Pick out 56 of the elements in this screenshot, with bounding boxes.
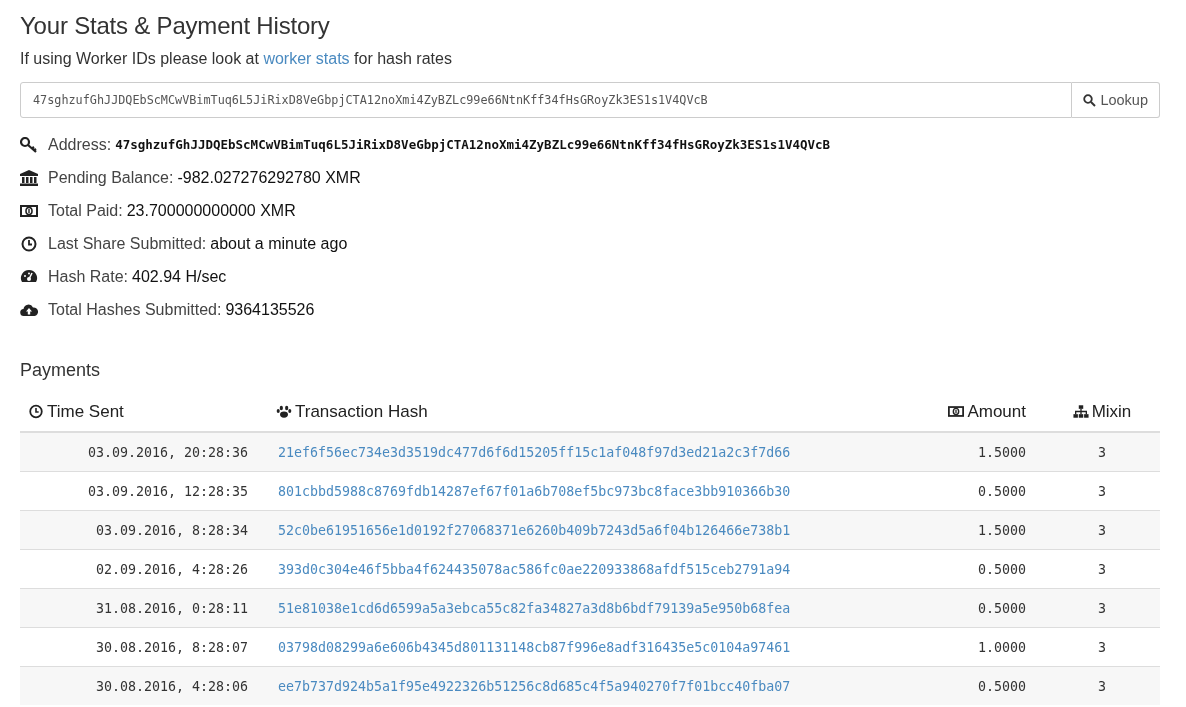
transaction-hash-link[interactable]: 801cbbd5988c8769fdb14287ef67f01a6b708ef5bc973bc8face3bb910366b30	[278, 483, 791, 499]
stat-label: Last Share Submitted:	[48, 234, 207, 253]
worker-stats-link[interactable]: worker stats	[263, 50, 350, 67]
transaction-hash-link[interactable]: 393d0c304e46f5bba4f624435078ac586fc0ae220933868afdf515ceb2791a94	[278, 561, 791, 577]
table-cell: 02.09.2016, 4:28:26	[20, 549, 270, 589]
table-cell: 30.08.2016, 4:28:06	[20, 666, 270, 705]
page-title: Your Stats & Payment History	[20, 12, 331, 40]
table-cell: 03.09.2016, 12:28:35	[20, 471, 270, 511]
table-cell: 0.5000	[908, 588, 1044, 628]
table-cell: 03.09.2016, 20:28:36	[20, 432, 270, 472]
stat-label: Address:	[48, 135, 112, 154]
stat-value: 23.700000000000 XMR	[126, 201, 296, 220]
stat-value: 47sghzufGhJJDQEbScMCwVBimTuq6L5JiRixD8VeGbpjCTA12noXmi4ZyBZLc99e66NtnKff34fHsGRoyZk3ES1s1V4QVcB	[115, 137, 831, 152]
table-cell: 3	[1044, 588, 1160, 628]
stat-label: Total Paid:	[48, 201, 123, 220]
table-cell: 0.5000	[908, 666, 1044, 705]
clock-icon	[20, 235, 38, 252]
stat-value: -982.027276292780 XMR	[177, 168, 361, 187]
table-cell: 3	[1044, 666, 1160, 705]
stat-value: 9364135526	[225, 300, 315, 319]
table-cell: 3	[1044, 627, 1160, 667]
paw-icon	[276, 404, 292, 419]
address-input-field[interactable]: 47sghzufGhJJDQEbScMCwVBimTuq6L5JiRixD8VeGbpjCTA12noXmi4ZyBZLc99e66NtnKff34fHsGRoyZk3ES1s1V4QVcB	[20, 82, 1073, 118]
table-cell: 03.09.2016, 8:28:34	[20, 510, 270, 550]
table-cell: 1.5000	[908, 432, 1044, 472]
transaction-hash-link[interactable]: ee7b737d924b5a1f95e4922326b51256c8d685c4f5a940270f7f01bcc40fba07	[278, 678, 791, 694]
transaction-hash-link[interactable]: 52c0be61951656e1d0192f27068371e6260b409b7243d5a6f04b126466e738b1	[278, 522, 791, 538]
stat-label: Pending Balance:	[48, 168, 174, 187]
clock-icon	[28, 404, 44, 419]
transaction-hash-link[interactable]: 51e81038e1cd6d6599a5a3ebca55c82fa34827a3d8b6bdf79139a5e950b68fea	[278, 600, 791, 616]
table-cell: 31.08.2016, 0:28:11	[20, 588, 270, 628]
table-cell: 30.08.2016, 8:28:07	[20, 627, 270, 667]
banknote-icon	[20, 202, 38, 219]
table-cell: 0.5000	[908, 471, 1044, 511]
table-cell: 1.0000	[908, 627, 1044, 667]
lookup-button[interactable]: Lookup	[1072, 82, 1160, 118]
sitemap-icon	[1072, 404, 1089, 419]
table-cell: 3	[1044, 510, 1160, 550]
table-cell: 3	[1044, 549, 1160, 589]
bank-icon	[20, 169, 38, 186]
help-text: If using Worker IDs please look at worker stats for hash rates	[20, 50, 453, 68]
banknote-icon	[948, 404, 965, 419]
stat-value: 402.94 H/sec	[132, 267, 227, 286]
stat-label: Total Hashes Submitted:	[48, 300, 222, 319]
table-cell: 3	[1044, 471, 1160, 511]
transaction-hash-link[interactable]: 03798d08299a6e606b4345d801131148cb87f996e8adf316435e5c0104a97461	[278, 639, 791, 655]
transaction-hash-link[interactable]: 21ef6f56ec734e3d3519dc477d6f6d15205ff15c1af048f97d3ed21a2c3f7d66	[278, 444, 791, 460]
stat-value: about a minute ago	[210, 234, 348, 253]
table-cell: 0.5000	[908, 549, 1044, 589]
key-icon	[20, 136, 38, 153]
table-cell: 3	[1044, 432, 1160, 472]
table-cell: 1.5000	[908, 510, 1044, 550]
section-title: Payments	[20, 360, 102, 381]
stat-label: Hash Rate:	[48, 267, 129, 286]
search-icon	[1083, 93, 1097, 107]
gauge-icon	[20, 268, 38, 285]
